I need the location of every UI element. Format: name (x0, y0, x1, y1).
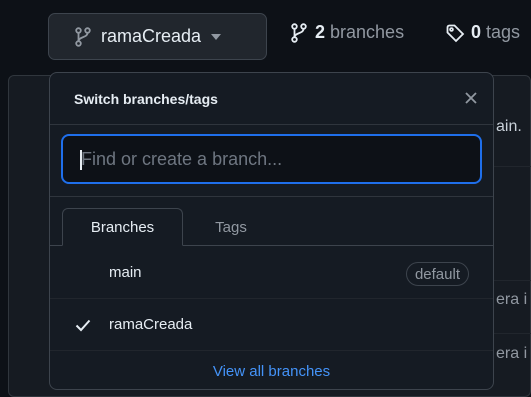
popup-title: Switch branches/tags (74, 91, 218, 107)
tags-count-link[interactable]: 0 tags (445, 22, 520, 43)
check-icon (74, 316, 92, 334)
branch-select-button[interactable]: ramaCreada (48, 13, 267, 60)
popup-header: Switch branches/tags (50, 73, 493, 125)
commit-message-fragment: era i (496, 345, 528, 362)
current-branch-name: ramaCreada (101, 26, 202, 46)
close-icon[interactable] (462, 89, 480, 107)
git-branch-icon (291, 22, 307, 43)
branches-label: branches (330, 22, 405, 42)
branch-item-main[interactable]: main default (50, 247, 493, 299)
row-divider (494, 280, 531, 281)
commit-message-fragment: ain. (496, 118, 522, 135)
tags-label: tags (486, 22, 521, 42)
branch-switcher-popup: Switch branches/tags Branches Tags main … (49, 72, 494, 390)
branch-item-label: main (109, 264, 142, 281)
row-divider (494, 166, 531, 167)
branches-count: 2 (315, 22, 326, 42)
row-divider (494, 333, 531, 334)
triangle-down-icon (211, 33, 222, 40)
tag-icon (445, 23, 465, 43)
default-badge: default (405, 262, 469, 286)
git-branch-icon (75, 26, 91, 47)
tab-tags[interactable]: Tags (192, 208, 270, 246)
tags-count: 0 (471, 22, 482, 42)
tab-branches[interactable]: Branches (62, 208, 183, 246)
branch-search-input[interactable] (63, 136, 480, 182)
branch-item-ramacreada[interactable]: ramaCreada (50, 299, 493, 351)
branch-item-label: ramaCreada (109, 316, 193, 333)
branches-count-link[interactable]: 2 branches (291, 22, 404, 43)
view-all-branches-link[interactable]: View all branches (50, 351, 493, 389)
branch-search-field[interactable] (61, 134, 482, 184)
text-cursor (80, 150, 82, 170)
commit-message-fragment: era i (496, 291, 528, 308)
